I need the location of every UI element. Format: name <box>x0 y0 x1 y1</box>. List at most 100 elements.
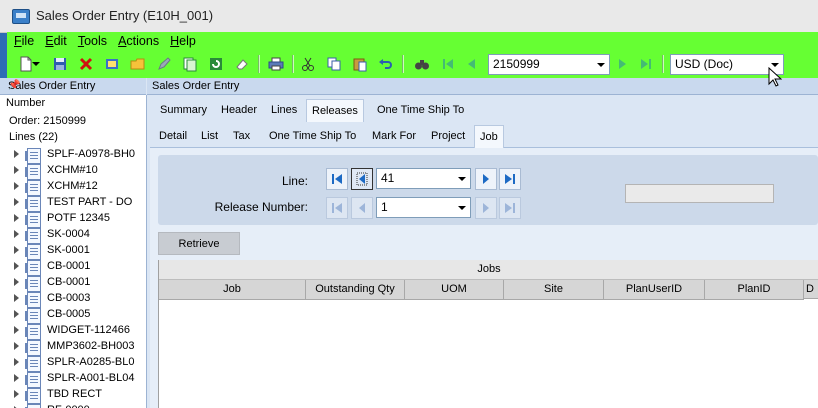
expand-arrow-icon[interactable] <box>14 326 19 334</box>
search-binoculars-icon[interactable] <box>412 54 432 74</box>
menu-file[interactable]: File <box>14 34 34 48</box>
currency-combo[interactable]: USD (Doc) <box>670 54 784 75</box>
subtab-mark-for[interactable]: Mark For <box>367 125 421 147</box>
expand-arrow-icon[interactable] <box>14 182 19 190</box>
expand-arrow-icon[interactable] <box>14 230 19 238</box>
expand-arrow-icon[interactable] <box>14 310 19 318</box>
paste-icon[interactable] <box>350 54 370 74</box>
tab-one-time-ship-to[interactable]: One Time Ship To <box>372 99 469 121</box>
column-header-d[interactable]: D <box>804 280 818 299</box>
expand-arrow-icon[interactable] <box>14 246 19 254</box>
copy-icon[interactable] <box>324 54 344 74</box>
pin-icon[interactable]: 📌 <box>8 80 140 91</box>
order-number-value: 2150999 <box>493 57 540 71</box>
first-record-icon[interactable] <box>438 54 458 74</box>
menu-tools[interactable]: Tools <box>78 34 107 48</box>
menu-actions[interactable]: Actions <box>118 34 159 48</box>
tree-line-label: TBD RECT <box>47 388 102 400</box>
expand-arrow-icon[interactable] <box>14 150 19 158</box>
expand-arrow-icon[interactable] <box>14 166 19 174</box>
line-first-icon[interactable] <box>326 168 348 190</box>
previous-record-icon[interactable] <box>462 54 482 74</box>
expand-arrow-icon[interactable] <box>14 198 19 206</box>
tree-order-node[interactable]: Order: 2150999 <box>9 115 86 131</box>
chevron-down-icon[interactable] <box>454 169 470 188</box>
pen-icon[interactable] <box>154 54 174 74</box>
subtab-list[interactable]: List <box>196 125 223 147</box>
subtab-tax[interactable]: Tax <box>228 125 255 147</box>
expand-arrow-icon[interactable] <box>14 390 19 398</box>
next-record-icon[interactable] <box>612 54 632 74</box>
subtab-one-time-ship-to[interactable]: One Time Ship To <box>264 125 361 147</box>
expand-arrow-icon[interactable] <box>14 278 19 286</box>
line-last-icon[interactable] <box>499 168 521 190</box>
line-document-icon <box>25 356 41 372</box>
menu-help[interactable]: Help <box>170 34 196 48</box>
last-record-icon[interactable] <box>636 54 656 74</box>
cut-icon[interactable] <box>298 54 318 74</box>
line-document-icon <box>25 388 41 404</box>
refresh-icon[interactable] <box>206 54 226 74</box>
menu-bar: File Edit Tools Actions Help <box>14 34 204 50</box>
expand-arrow-icon[interactable] <box>14 294 19 302</box>
release-first-icon[interactable] <box>326 197 348 219</box>
release-next-icon[interactable] <box>475 197 497 219</box>
expand-arrow-icon[interactable] <box>14 342 19 350</box>
tree-line-label: TEST PART - DO <box>47 196 133 208</box>
expand-arrow-icon[interactable] <box>14 214 19 222</box>
folder-icon[interactable] <box>128 54 148 74</box>
tree-line-label: XCHM#12 <box>47 180 98 192</box>
line-next-icon[interactable] <box>475 168 497 190</box>
undo-icon[interactable] <box>376 54 396 74</box>
expand-arrow-icon[interactable] <box>14 358 19 366</box>
subtab-project[interactable]: Project <box>426 125 470 147</box>
tree-line-label: CB-0003 <box>47 292 91 304</box>
delete-icon[interactable] <box>76 54 96 74</box>
toolbar-separator <box>258 55 260 73</box>
tree-line-label: SPLF-A0978-BH0 <box>47 148 136 160</box>
currency-value: USD (Doc) <box>675 57 734 71</box>
eraser-icon[interactable] <box>232 54 252 74</box>
expand-arrow-icon[interactable] <box>14 262 19 270</box>
chevron-down-icon[interactable] <box>593 55 609 74</box>
tab-lines[interactable]: Lines <box>266 99 302 121</box>
window-title: Sales Order Entry (E10H_001) <box>36 8 214 23</box>
column-header-outstanding-qty[interactable]: Outstanding Qty <box>306 280 405 300</box>
chevron-down-icon[interactable] <box>454 198 470 217</box>
line-previous-icon[interactable] <box>351 168 373 190</box>
save-icon[interactable] <box>50 54 70 74</box>
tree-number-node[interactable]: Number <box>6 97 45 113</box>
retrieve-button[interactable]: Retrieve <box>158 232 240 255</box>
expand-arrow-icon[interactable] <box>14 374 19 382</box>
new-dropdown-icon[interactable] <box>32 54 40 74</box>
tree-line-label: SPLR-A001-BL04 <box>47 372 135 384</box>
order-tree: Number Order: 2150999 Lines (22) SPLF-A0… <box>0 95 147 408</box>
subtab-detail[interactable]: Detail <box>154 125 192 147</box>
copy-doc-icon[interactable] <box>180 54 200 74</box>
column-header-planid[interactable]: PlanID <box>705 280 804 300</box>
order-number-combo[interactable]: 2150999 <box>488 54 610 75</box>
line-document-icon <box>25 324 41 340</box>
release-last-icon[interactable] <box>499 197 521 219</box>
column-header-uom[interactable]: UOM <box>405 280 504 300</box>
release-number-combo[interactable]: 1 <box>376 197 471 218</box>
column-header-job[interactable]: Job <box>159 280 306 300</box>
title-bar: Sales Order Entry (E10H_001) <box>0 0 818 33</box>
tree-lines-node[interactable]: Lines (22) <box>9 131 58 147</box>
tab-header[interactable]: Header <box>216 99 262 121</box>
print-icon[interactable] <box>266 54 286 74</box>
menu-edit[interactable]: Edit <box>45 34 67 48</box>
attachments-icon[interactable] <box>102 54 122 74</box>
release-previous-icon[interactable] <box>351 197 373 219</box>
subtab-job[interactable]: Job <box>474 125 504 148</box>
toolbar-separator <box>292 55 294 73</box>
toolbar-separator <box>402 55 404 73</box>
column-header-planuserid[interactable]: PlanUserID <box>604 280 705 300</box>
line-document-icon <box>25 292 41 308</box>
release-number-label: Release Number: <box>214 200 308 214</box>
line-combo[interactable]: 41 <box>376 168 471 189</box>
tab-releases[interactable]: Releases <box>306 99 364 122</box>
tab-summary[interactable]: Summary <box>155 99 212 121</box>
column-header-site[interactable]: Site <box>504 280 604 300</box>
tree-line-label: SK-0001 <box>47 244 90 256</box>
